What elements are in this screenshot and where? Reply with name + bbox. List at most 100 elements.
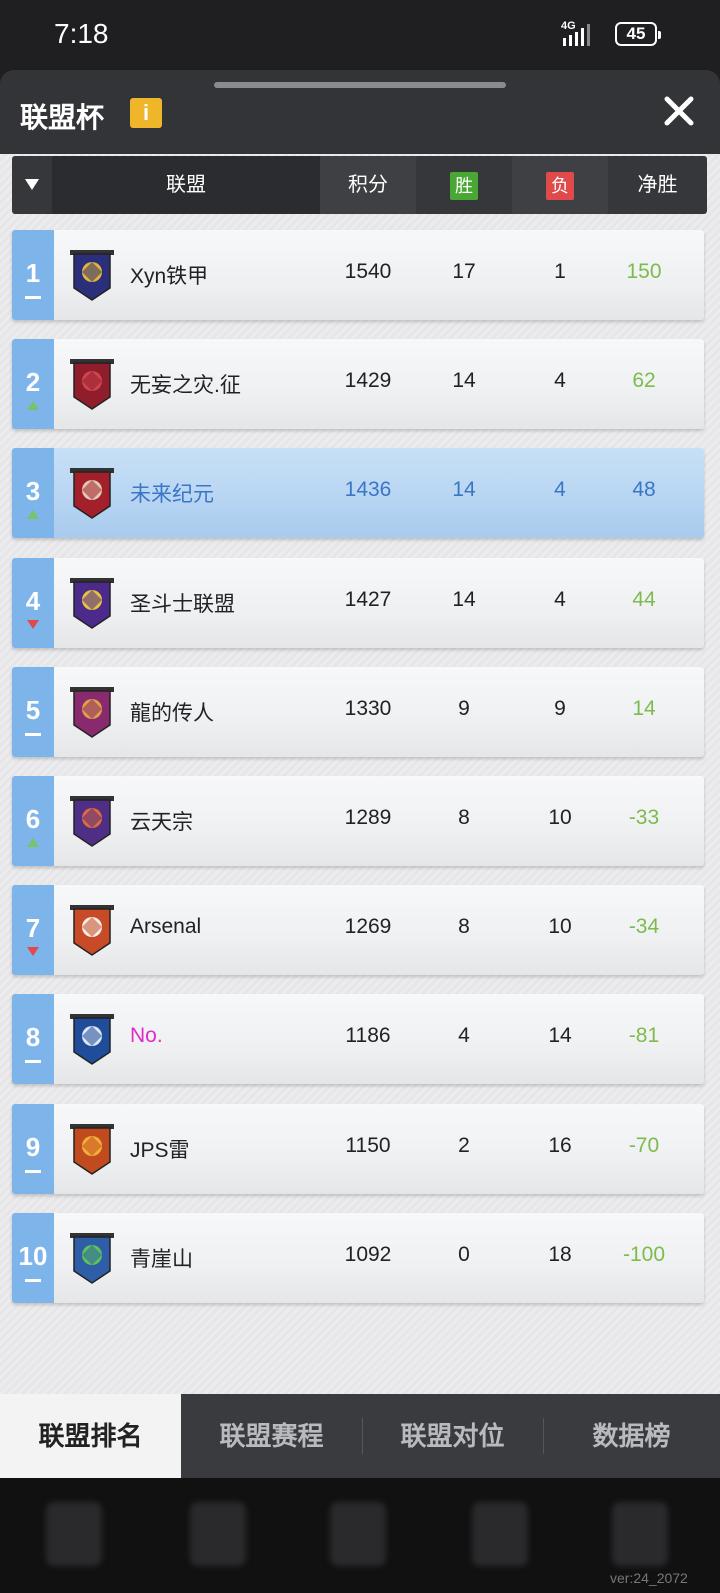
league-emblem-icon [70,250,114,301]
table-header: 联盟 积分 胜 负 净胜 [12,156,707,214]
tab-league-ranking[interactable]: 联盟排名 [0,1394,181,1478]
blurred-icon [190,1502,246,1566]
trend-down-icon [27,947,39,957]
table-row[interactable]: 5 龍的传人 1330 9 9 14 [12,666,704,757]
win-value: 17 [452,260,476,283]
win-value: 0 [458,1242,470,1266]
rank-number: 7 [25,913,41,944]
loss-value: 9 [554,696,566,720]
league-emblem-icon [70,905,114,957]
rank-badge: 9 [12,1103,54,1194]
loss-value: 16 [548,1133,572,1157]
clock: 7:18 [54,18,109,49]
score-value: 1427 [344,587,392,611]
league-name: 云天宗 [130,811,193,834]
signal-icon [563,24,590,46]
win-value: 14 [452,369,476,393]
league-emblem-icon [70,1123,114,1175]
trend-same-icon [25,1169,41,1173]
status-bar: 7:18 4G 45 [0,0,720,70]
close-button[interactable] [660,92,698,130]
trend-down-icon [27,619,39,629]
column-header-league: 联盟 [52,156,320,214]
version-label: ver:24_2072 [610,1570,688,1586]
table-row[interactable]: 8 No. 1186 4 14 -81 [12,994,704,1085]
league-emblem-icon [70,686,114,738]
trend-up-icon [27,401,39,411]
tab-bar: 联盟排名 联盟赛程 联盟对位 数据榜 [0,1394,720,1478]
loss-value: 14 [548,1024,572,1048]
column-header-net: 净胜 [637,174,678,196]
league-name: 圣斗士联盟 [130,592,235,616]
table-row[interactable]: 6 云天宗 1289 8 10 -33 [12,776,704,866]
blurred-icon [612,1502,668,1566]
net-value: -34 [628,915,660,939]
league-emblem-icon [70,1232,114,1284]
loss-value: 18 [548,1242,572,1266]
column-header-win: 胜 [416,156,512,214]
close-icon [664,96,694,126]
win-value: 4 [458,1024,470,1048]
net-value: -81 [628,1024,660,1048]
score-value: 1429 [344,369,392,393]
score-value: 1186 [345,1024,391,1048]
trend-same-icon [25,1060,41,1064]
league-name: Arsenal [130,915,202,939]
net-value: -100 [622,1242,666,1266]
table-row[interactable]: 1 Xyn铁甲 1540 17 1 150 [12,230,704,320]
rank-number: 10 [18,1240,48,1271]
loss-value: 10 [548,806,572,829]
drag-handle[interactable] [214,82,506,88]
loss-value: 4 [554,369,566,393]
loss-value: 4 [554,587,566,611]
league-name: 青崖山 [130,1247,193,1271]
league-name: 无妄之灾.征 [130,374,241,398]
league-name: JPS雷 [130,1138,190,1162]
score-value: 1540 [344,260,392,283]
trend-up-icon [27,510,39,520]
rank-badge: 2 [12,339,54,430]
loss-value: 1 [554,260,566,283]
tab-data-board[interactable]: 数据榜 [543,1394,720,1478]
table-row[interactable]: 4 圣斗士联盟 1427 14 4 44 [12,557,704,648]
trend-same-icon [25,296,41,299]
league-emblem-icon [70,359,114,411]
league-name: 龍的传人 [130,701,214,725]
table-row[interactable]: 7 Arsenal 1269 8 10 -34 [12,885,704,976]
rank-badge: 5 [12,666,54,757]
win-value: 8 [458,915,470,939]
rank-badge: 4 [12,557,54,648]
trend-up-icon [27,838,39,847]
sort-toggle[interactable] [12,156,52,214]
league-emblem-icon [70,796,114,847]
rank-badge: 7 [12,885,54,976]
table-row[interactable]: 10 青崖山 1092 0 18 -100 [12,1212,704,1303]
sheet-header: 联盟杯 i [0,70,720,154]
net-value: 62 [632,369,656,393]
column-header-loss: 负 [512,156,608,214]
net-value: 48 [632,478,656,502]
rank-badge: 6 [12,776,54,866]
rank-badge: 1 [12,230,54,320]
rank-number: 6 [25,804,41,834]
score-value: 1269 [344,915,392,939]
win-tag: 胜 [450,171,478,200]
table-row[interactable]: 9 JPS雷 1150 2 16 -70 [12,1103,704,1194]
standings-panel: 联盟 积分 胜 负 净胜 1 Xyn铁甲 1540 17 1 150 2 无妄之灾.征 1429… [0,154,720,1394]
tab-league-matchup[interactable]: 联盟对位 [362,1394,543,1478]
win-value: 2 [458,1133,470,1157]
win-value: 14 [452,478,476,502]
net-value: 150 [626,260,662,283]
league-emblem-icon [70,577,114,629]
info-button[interactable]: i [130,98,162,128]
rank-badge: 3 [12,448,54,539]
table-row[interactable]: 2 无妄之灾.征 1429 14 4 62 [12,339,704,430]
league-name: 未来纪元 [130,483,214,507]
battery-icon: 45 [615,22,661,46]
league-name: Xyn铁甲 [130,265,209,288]
tab-league-schedule[interactable]: 联盟赛程 [181,1394,362,1478]
score-value: 1289 [344,806,392,829]
blurred-icon [472,1502,528,1566]
net-value: 44 [632,587,656,611]
table-row[interactable]: 3 未来纪元 1436 14 4 48 [12,448,704,539]
